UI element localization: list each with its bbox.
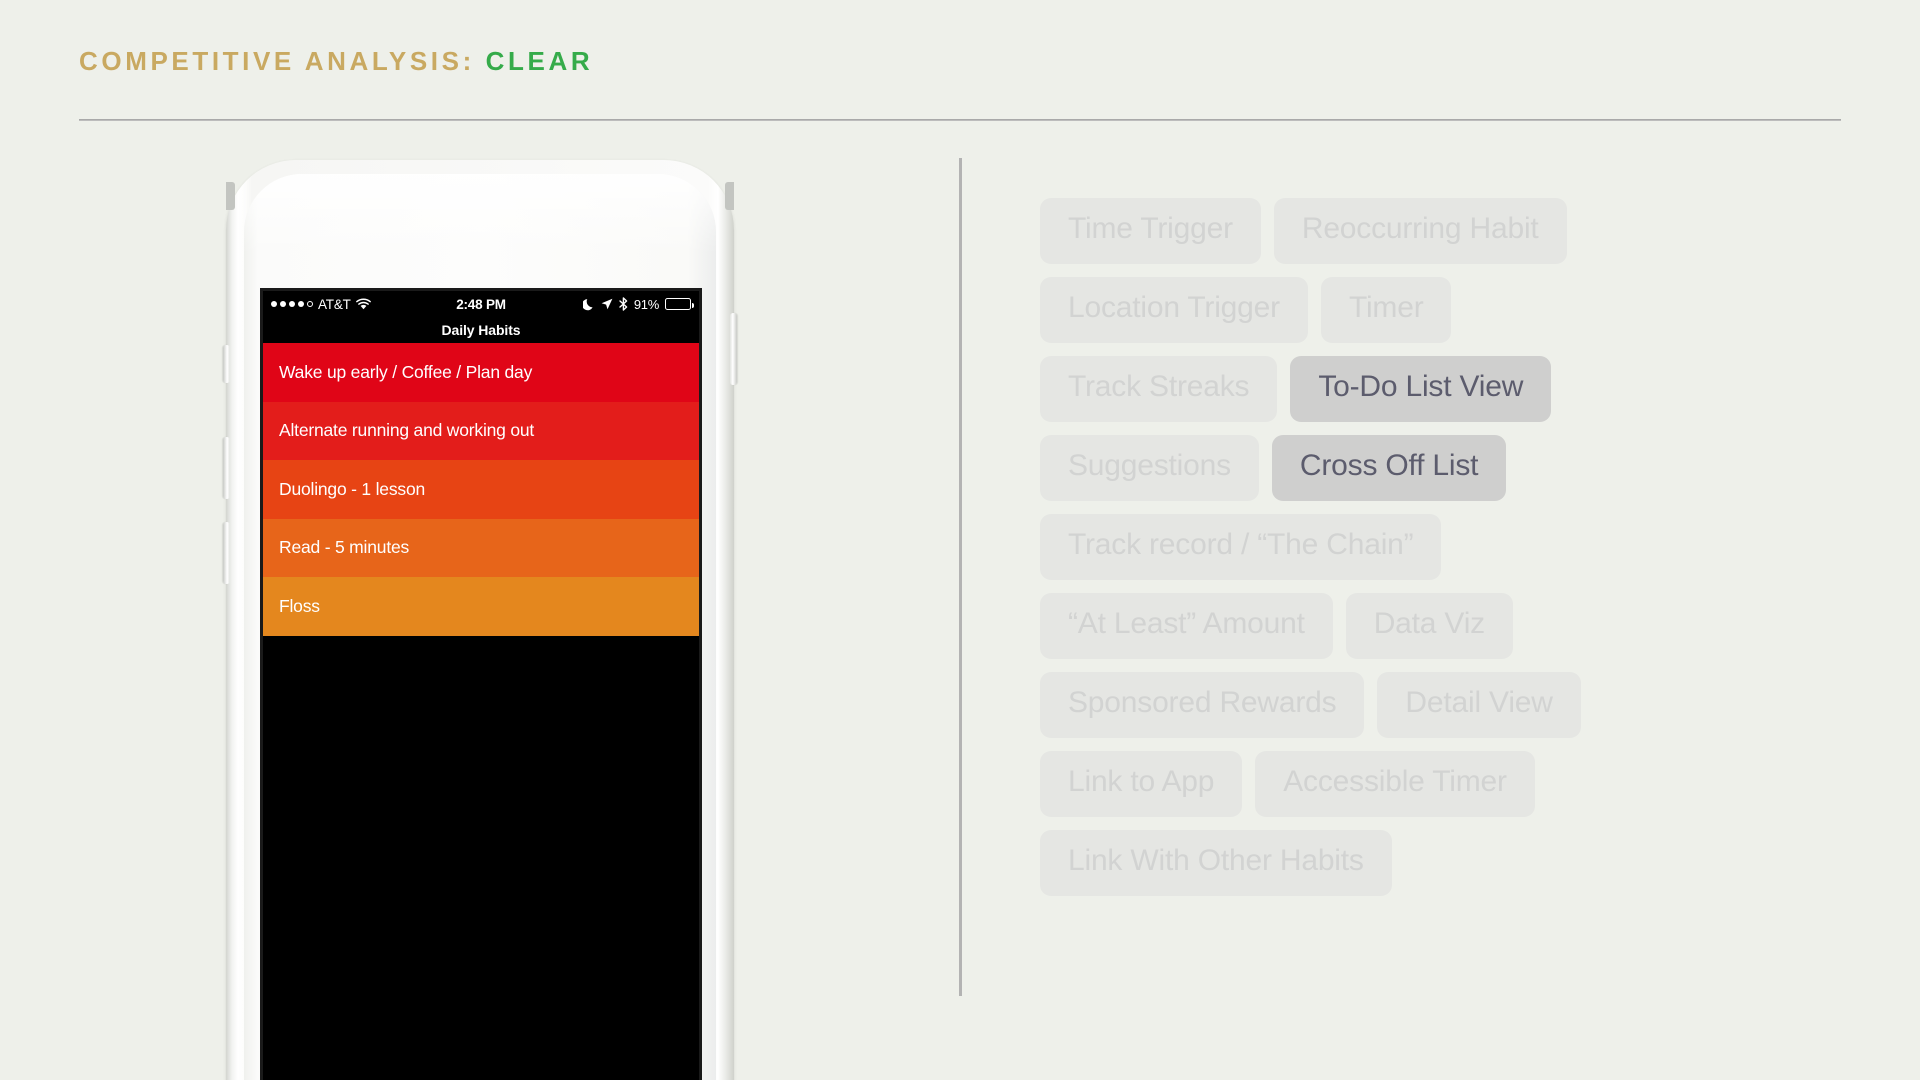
status-bar: AT&T 2:48 PM 91% (263, 291, 699, 317)
wifi-icon (355, 298, 371, 310)
feature-tag-inactive[interactable]: Sponsored Rewards (1040, 672, 1365, 738)
feature-tag-inactive[interactable]: Timer (1320, 277, 1452, 343)
status-bar-left: AT&T (271, 297, 371, 312)
feature-tag-inactive[interactable]: Link With Other Habits (1040, 830, 1392, 896)
app-title: Daily Habits (441, 322, 521, 338)
app-title-bar: Daily Habits (263, 317, 699, 343)
phone-screen: AT&T 2:48 PM 91% Daily Habits Wake up ea… (260, 288, 702, 1080)
habit-list-item[interactable]: Wake up early / Coffee / Plan day (263, 343, 699, 402)
page-title-prefix: COMPETITIVE ANALYSIS: (79, 46, 475, 76)
habit-label: Floss (279, 595, 320, 616)
moon-icon (582, 298, 595, 311)
volume-down-button[interactable] (223, 522, 230, 584)
power-button[interactable] (730, 313, 737, 385)
habit-list-item[interactable]: Floss (263, 577, 699, 636)
feature-tag-inactive[interactable]: Detail View (1377, 672, 1581, 738)
habit-list-item[interactable]: Alternate running and working out (263, 401, 699, 460)
status-bar-right: 91% (582, 296, 694, 312)
feature-tag-active[interactable]: To-Do List View (1290, 356, 1552, 422)
feature-tag-active[interactable]: Cross Off List (1271, 435, 1507, 501)
feature-tag-inactive[interactable]: Link to App (1040, 751, 1243, 817)
tag-row: Link With Other Habits (1040, 830, 1840, 896)
phone-mockup: AT&T 2:48 PM 91% Daily Habits Wake up ea… (223, 160, 737, 1080)
feature-tag-inactive[interactable]: Accessible Timer (1255, 751, 1535, 817)
tag-row: Time Trigger Reoccurring Habit (1040, 198, 1840, 264)
battery-icon (665, 298, 694, 310)
antenna-band-left (226, 182, 235, 210)
tag-row: Track record / “The Chain” (1040, 514, 1840, 580)
section-divider-line (959, 158, 962, 996)
feature-tag-inactive[interactable]: Location Trigger (1040, 277, 1308, 343)
tag-row: Suggestions Cross Off List (1040, 435, 1840, 501)
page-title: COMPETITIVE ANALYSIS: CLEAR (79, 48, 1841, 74)
feature-tag-inactive[interactable]: Time Trigger (1040, 198, 1261, 264)
antenna-band-right (725, 182, 734, 210)
habit-list: Wake up early / Coffee / Plan day Alterna… (263, 343, 699, 636)
volume-up-button[interactable] (223, 437, 230, 499)
habit-label: Alternate running and working out (279, 420, 535, 441)
feature-tag-inactive[interactable]: Track record / “The Chain” (1040, 514, 1442, 580)
battery-percent-label: 91% (633, 296, 659, 312)
header-divider-rule (79, 119, 1841, 121)
habit-list-item[interactable]: Read - 5 minutes (263, 518, 699, 577)
tag-row: Location Trigger Timer (1040, 277, 1840, 343)
feature-tag-inactive[interactable]: Suggestions (1040, 435, 1259, 501)
tag-row: Link to App Accessible Timer (1040, 751, 1840, 817)
habit-label: Read - 5 minutes (279, 537, 410, 558)
feature-tag-inactive[interactable]: Track Streaks (1040, 356, 1278, 422)
tag-row: Sponsored Rewards Detail View (1040, 672, 1840, 738)
signal-strength-icon (271, 301, 313, 307)
habit-label: Duolingo - 1 lesson (279, 478, 426, 499)
mute-switch-button[interactable] (223, 345, 230, 383)
page-title-brand: CLEAR (485, 46, 594, 76)
tag-row: Track Streaks To-Do List View (1040, 356, 1840, 422)
feature-tag-inactive[interactable]: Data Viz (1345, 593, 1513, 659)
battery-cap (691, 302, 694, 308)
page-header: COMPETITIVE ANALYSIS: CLEAR (79, 48, 1841, 121)
feature-tag-cloud: Time Trigger Reoccurring Habit Location Tr… (1040, 198, 1840, 909)
tag-row: “At Least” Amount Data Viz (1040, 593, 1840, 659)
feature-tag-inactive[interactable]: “At Least” Amount (1040, 593, 1333, 659)
feature-tag-inactive[interactable]: Reoccurring Habit (1273, 198, 1567, 264)
location-arrow-icon (601, 298, 613, 310)
habit-label: Wake up early / Coffee / Plan day (279, 361, 533, 382)
carrier-name: AT&T (318, 296, 351, 312)
bluetooth-icon (619, 297, 628, 311)
habit-list-item[interactable]: Duolingo - 1 lesson (263, 460, 699, 519)
